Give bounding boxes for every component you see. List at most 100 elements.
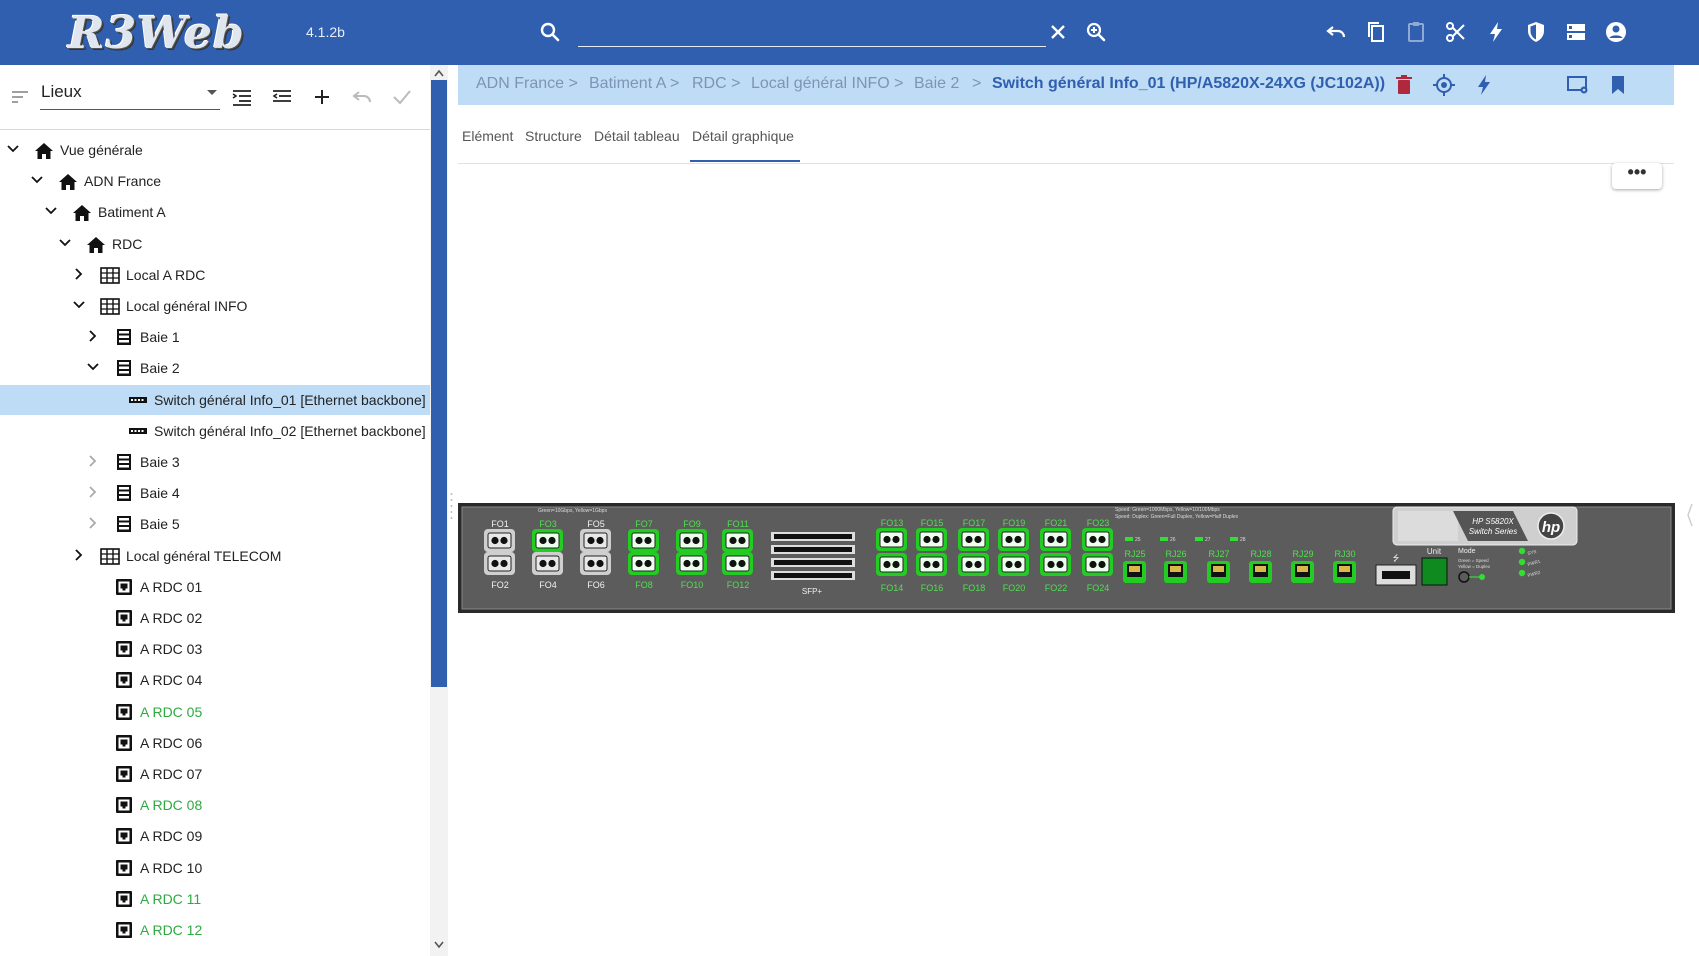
- tree-item[interactable]: A RDC 02: [0, 603, 430, 633]
- tree-item[interactable]: A RDC 10: [0, 853, 430, 883]
- chevron-right-icon[interactable]: [86, 516, 100, 530]
- storage-icon[interactable]: [1564, 20, 1588, 44]
- chevron-down-icon[interactable]: [44, 204, 58, 218]
- tree-item[interactable]: Batiment A: [0, 197, 430, 227]
- tree-item[interactable]: A RDC 01: [0, 572, 430, 602]
- zoom-in-icon[interactable]: [1084, 20, 1108, 44]
- tree-item-label: Baie 3: [140, 454, 180, 470]
- top-bar: R3Web 4.1.2b: [0, 0, 1699, 65]
- chevron-down-icon[interactable]: [30, 173, 44, 187]
- tree-item[interactable]: Baie 2: [0, 353, 430, 383]
- room-icon: [100, 298, 120, 315]
- cut-icon[interactable]: [1444, 20, 1468, 44]
- tree-item[interactable]: Baie 3: [0, 447, 430, 477]
- chevron-right-icon[interactable]: [72, 267, 86, 281]
- copy-icon[interactable]: [1364, 20, 1388, 44]
- flash-icon[interactable]: [1472, 73, 1496, 97]
- tree-item[interactable]: A RDC 07: [0, 759, 430, 789]
- undo-icon[interactable]: [350, 85, 374, 109]
- port-label: RJ28: [1250, 549, 1271, 559]
- breadcrumb-item-adn-france[interactable]: ADN France >: [476, 75, 578, 93]
- tree-item[interactable]: A RDC 05: [0, 697, 430, 727]
- chevron-right-icon[interactable]: [86, 329, 100, 343]
- led-label: 28: [1240, 537, 1246, 543]
- sfp-slot-opening: [774, 573, 852, 578]
- tab-detail-graphique[interactable]: Détail graphique: [692, 128, 794, 144]
- shield-icon[interactable]: [1524, 20, 1548, 44]
- scrollbar-thumb[interactable]: [431, 80, 447, 687]
- chevron-down-icon[interactable]: [72, 298, 86, 312]
- sfp-slot-opening: [774, 534, 852, 539]
- scroll-up-icon[interactable]: [433, 68, 445, 78]
- usb-port-opening: [1382, 571, 1410, 579]
- add-icon[interactable]: [310, 85, 334, 109]
- detail-tabs: Elément Structure Détail tableau Détail …: [458, 105, 1674, 164]
- more-options-button[interactable]: •••: [1612, 163, 1662, 189]
- check-icon[interactable]: [390, 85, 414, 109]
- tab-structure[interactable]: Structure: [525, 128, 582, 144]
- flash-icon[interactable]: [1484, 20, 1508, 44]
- tree-item[interactable]: Baie 5: [0, 509, 430, 539]
- tree-item[interactable]: Vue générale: [0, 135, 430, 165]
- search-icon[interactable]: [538, 20, 562, 44]
- paste-icon[interactable]: [1404, 20, 1428, 44]
- tree-item[interactable]: A RDC 08: [0, 790, 430, 820]
- tree-item-label: Batiment A: [98, 204, 166, 221]
- tree-item[interactable]: Switch général Info_01 [Ethernet backbon…: [0, 384, 430, 415]
- tree-item[interactable]: A RDC 09: [0, 821, 430, 851]
- tree-item[interactable]: Baie 4: [0, 478, 430, 508]
- tree-item-label: A RDC 01: [140, 578, 203, 595]
- tree-item[interactable]: A RDC 06: [0, 728, 430, 758]
- tree-item[interactable]: Switch général Info_02 [Ethernet backbon…: [0, 416, 430, 446]
- sort-icon[interactable]: [8, 85, 32, 109]
- clear-search-icon[interactable]: [1046, 20, 1070, 44]
- locate-icon[interactable]: [1432, 73, 1456, 97]
- chevron-down-icon[interactable]: [86, 360, 100, 374]
- port-label: FO7: [635, 519, 653, 529]
- right-panel-toggle-icon[interactable]: [1686, 500, 1694, 530]
- breadcrumb-item-baie-2[interactable]: Baie 2: [914, 75, 959, 93]
- port-label: FO5: [587, 519, 605, 529]
- account-icon[interactable]: [1604, 20, 1628, 44]
- tree-item[interactable]: A RDC 13: [0, 946, 430, 952]
- delete-icon[interactable]: [1392, 73, 1416, 97]
- fiber-port: [676, 529, 707, 552]
- tree-item[interactable]: RDC: [0, 229, 430, 259]
- undo-icon[interactable]: [1324, 20, 1348, 44]
- link-led: [1230, 537, 1238, 541]
- fiber-port: [1040, 528, 1071, 551]
- tree-item[interactable]: Baie 1: [0, 322, 430, 352]
- expand-all-icon[interactable]: [230, 85, 254, 109]
- active-tab-indicator: [690, 160, 800, 162]
- breadcrumb-item-rdc[interactable]: RDC >: [692, 75, 740, 93]
- location-selector[interactable]: Lieux: [40, 79, 220, 110]
- scroll-down-icon[interactable]: [433, 940, 445, 950]
- tree-item-label: Vue générale: [60, 142, 143, 158]
- chevron-down-icon[interactable]: [58, 236, 72, 250]
- chevron-down-icon[interactable]: [6, 142, 20, 156]
- tab-element[interactable]: Elément: [462, 128, 513, 144]
- chevron-right-icon[interactable]: [86, 485, 100, 499]
- breadcrumb-item-batiment-a[interactable]: Batiment A >: [589, 75, 679, 93]
- tree-item[interactable]: Local général INFO: [0, 291, 430, 321]
- search-input[interactable]: [580, 18, 1044, 46]
- breadcrumb-item-local-general-info[interactable]: Local général INFO >: [751, 75, 904, 93]
- screen-settings-icon[interactable]: [1566, 73, 1590, 97]
- breadcrumb: ADN France > Batiment A > RDC > Local gé…: [458, 65, 1674, 105]
- tree-item[interactable]: A RDC 11: [0, 884, 430, 914]
- ethernet-port-pins: [1255, 566, 1266, 572]
- tab-detail-tableau[interactable]: Détail tableau: [594, 128, 680, 144]
- tree-item[interactable]: ADN France: [0, 166, 430, 196]
- bookmark-icon[interactable]: [1606, 73, 1630, 97]
- collapse-all-icon[interactable]: [270, 85, 294, 109]
- tree-item[interactable]: A RDC 12: [0, 915, 430, 945]
- tree-item[interactable]: Local général TELECOM: [0, 541, 430, 571]
- fiber-port: [628, 552, 659, 575]
- chevron-right-icon[interactable]: [72, 548, 86, 562]
- tree-item[interactable]: A RDC 03: [0, 634, 430, 664]
- resize-grip-icon[interactable]: [449, 490, 454, 526]
- tree-item-label: A RDC 05: [140, 703, 203, 720]
- chevron-right-icon[interactable]: [86, 454, 100, 468]
- tree-item[interactable]: Local A RDC: [0, 260, 430, 290]
- tree-item[interactable]: A RDC 04: [0, 665, 430, 695]
